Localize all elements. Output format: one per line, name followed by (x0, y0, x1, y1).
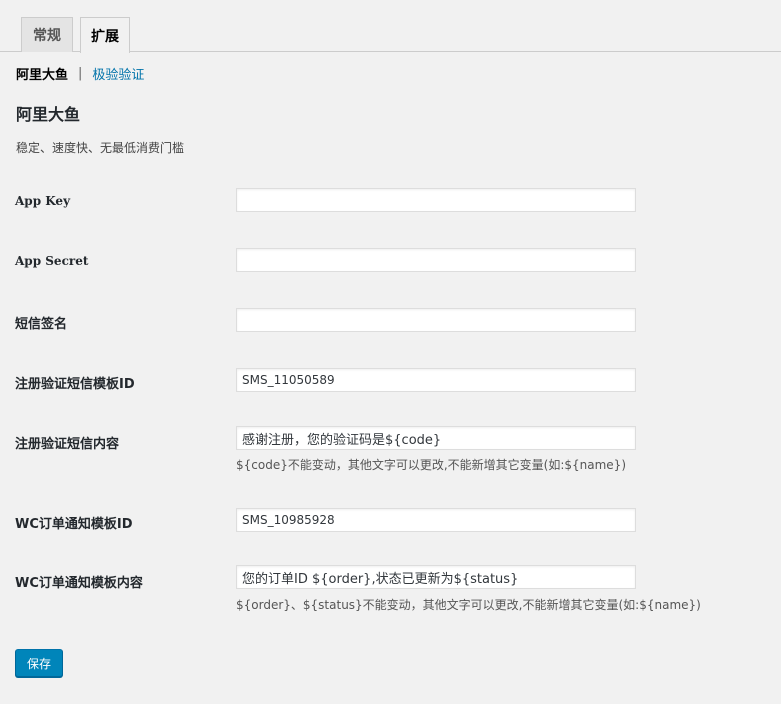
wc-content-input[interactable] (236, 565, 636, 589)
register-content-hint: ${code}不能变动，其他文字可以更改,不能新增其它变量(如:${name}) (236, 458, 627, 472)
section-title: 阿里大鱼 (16, 105, 81, 124)
wc-template-id-label: WC订单通知模板ID (15, 517, 133, 532)
register-template-id-input[interactable] (236, 368, 636, 392)
tab-extensions[interactable]: 扩展 (80, 17, 130, 53)
subnav-separator: | (78, 66, 83, 81)
subnav-current-alidayu: 阿里大鱼 (16, 68, 69, 83)
wc-content-hint: ${order}、${status}不能变动，其他文字可以更改,不能新增其它变量… (236, 598, 701, 612)
app-secret-label: App Secret (15, 254, 89, 268)
register-content-label: 注册验证短信内容 (15, 437, 120, 452)
save-button[interactable]: 保存 (15, 649, 63, 677)
app-secret-input[interactable] (236, 248, 636, 272)
register-template-id-label: 注册验证短信模板ID (15, 377, 135, 392)
wc-content-label: WC订单通知模板内容 (15, 576, 143, 591)
section-description: 稳定、速度快、无最低消费门槛 (16, 141, 185, 155)
sms-signature-label: 短信签名 (15, 317, 68, 332)
register-content-input[interactable] (236, 426, 636, 450)
app-key-input[interactable] (236, 188, 636, 212)
subnav: 阿里大鱼 | 极验验证 (16, 64, 144, 83)
app-key-label: App Key (15, 194, 71, 208)
wc-template-id-input[interactable] (236, 508, 636, 532)
sms-signature-input[interactable] (236, 308, 636, 332)
subnav-link-geetest[interactable]: 极验验证 (92, 64, 144, 83)
tab-general[interactable]: 常规 (21, 17, 73, 52)
tab-bar: 常规 扩展 (0, 0, 781, 53)
